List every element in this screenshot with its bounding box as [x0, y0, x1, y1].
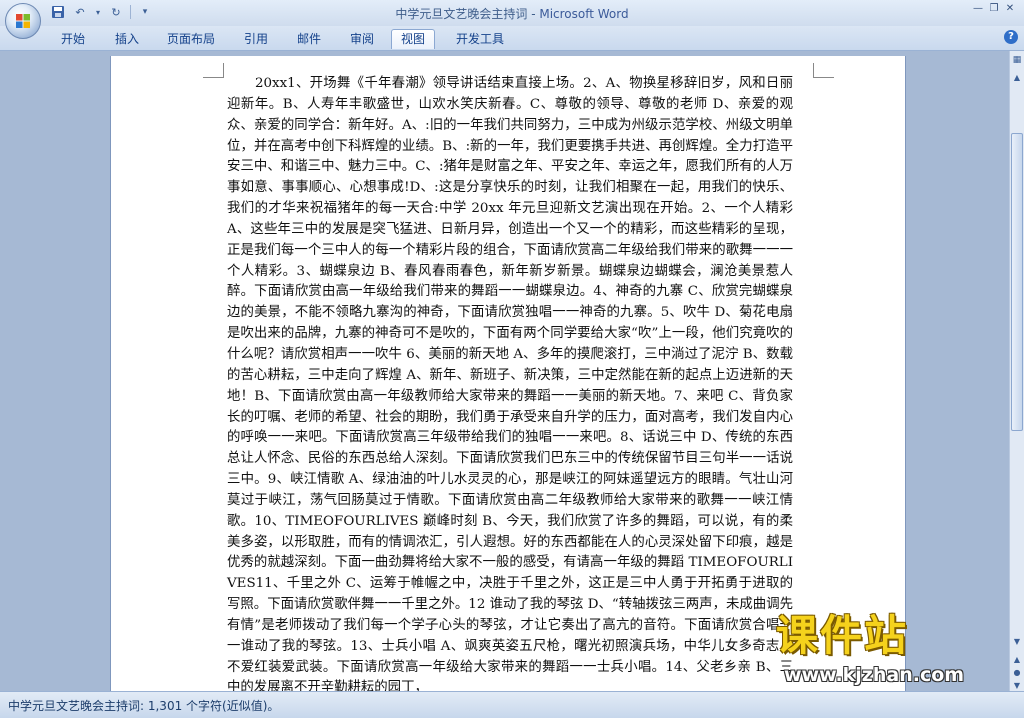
margin-corner-mark	[203, 63, 224, 78]
title-bar: ↶ ▾ ↻ ▾ 中学元旦文艺晚会主持词 - Microsoft Word — ❐…	[0, 0, 1024, 26]
document-title: 中学元旦文艺晚会主持词	[395, 7, 528, 21]
app-name: Microsoft Word	[539, 7, 629, 21]
scrollbar-thumb[interactable]	[1011, 133, 1023, 431]
tab-home[interactable]: 开始	[52, 30, 94, 50]
tab-view[interactable]: 视图	[391, 29, 436, 49]
ribbon-tabs: 开始 插入 页面布局 引用 邮件 审阅 视图 开发工具	[0, 26, 1024, 51]
tab-review[interactable]: 审阅	[341, 30, 383, 50]
scroll-up-icon[interactable]: ▲	[1011, 73, 1023, 85]
margin-corner-mark	[813, 63, 834, 78]
minimize-icon[interactable]: —	[970, 2, 986, 16]
tab-developer[interactable]: 开发工具	[447, 30, 513, 50]
document-body-text[interactable]: 20xx1、开场舞《千年春潮》领导讲话结束直接上场。2、A、物换星移辞旧岁，风和…	[227, 74, 793, 691]
title-separator: -	[527, 7, 540, 21]
tab-insert[interactable]: 插入	[106, 30, 148, 50]
window-title: 中学元旦文艺晚会主持词 - Microsoft Word	[0, 5, 1024, 22]
watermark-url: www.kjzhan.com	[784, 664, 965, 686]
ruler-toggle-icon[interactable]: ▦	[1011, 55, 1023, 69]
office-logo-icon	[16, 14, 30, 28]
document-page[interactable]: 20xx1、开场舞《千年春潮》领导讲话结束直接上场。2、A、物换星移辞旧岁，风和…	[110, 56, 906, 691]
restore-icon[interactable]: ❐	[986, 2, 1002, 16]
status-text: 中学元旦文艺晚会主持词: 1,301 个字符(近似值)。	[8, 699, 280, 713]
office-button[interactable]	[5, 3, 41, 39]
document-workspace: 20xx1、开场舞《千年春潮》领导讲话结束直接上场。2、A、物换星移辞旧岁，风和…	[0, 51, 1009, 691]
tab-references[interactable]: 引用	[235, 30, 277, 50]
close-icon[interactable]: ✕	[1002, 2, 1018, 16]
status-bar: 中学元旦文艺晚会主持词: 1,301 个字符(近似值)。	[0, 691, 1024, 718]
window-controls: — ❐ ✕	[970, 2, 1018, 16]
watermark-logo: 课件站 www.kjzhan.com	[776, 612, 1016, 692]
watermark-brand: 课件站	[776, 611, 909, 660]
help-icon[interactable]: ?	[1004, 30, 1018, 44]
tab-page-layout[interactable]: 页面布局	[158, 30, 224, 50]
tab-mailings[interactable]: 邮件	[288, 30, 330, 50]
vertical-scrollbar[interactable]: ▦ ▲ ▼ ▲ ● ▼	[1009, 51, 1024, 691]
